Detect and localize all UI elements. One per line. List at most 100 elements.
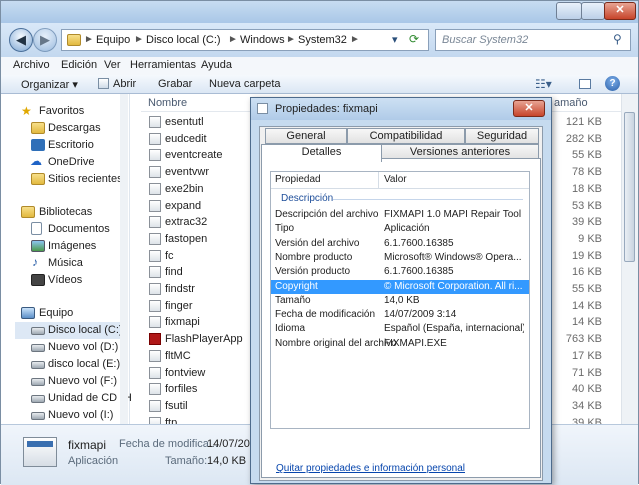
nav-item-disco-local-c[interactable]: Disco local (C:) <box>15 322 123 339</box>
nav-item-videos[interactable]: Vídeos <box>1 272 121 289</box>
file-row[interactable]: forfiles <box>149 382 249 398</box>
search-icon[interactable]: ⚲ <box>613 32 622 46</box>
close-button[interactable]: ✕ <box>604 2 636 20</box>
file-row[interactable]: findstr <box>149 282 249 298</box>
organize-button[interactable]: Organizar ▾ <box>21 78 78 91</box>
forward-button[interactable]: ▶ <box>33 28 57 52</box>
file-row[interactable]: find <box>149 265 249 281</box>
menu-edicion[interactable]: Edición <box>61 59 97 71</box>
address-bar[interactable]: ► Equipo ► Disco local (C:) ► Windows ► … <box>61 29 429 51</box>
breadcrumb-windows[interactable]: Windows <box>240 34 285 46</box>
cloud-icon: ☁ <box>30 154 42 168</box>
maximize-button[interactable] <box>581 2 605 20</box>
file-row[interactable]: esentutl <box>149 115 249 131</box>
property-name: Nombre producto <box>275 251 353 263</box>
menu-archivo[interactable]: Archivo <box>13 59 50 71</box>
file-row[interactable]: expand <box>149 199 249 215</box>
file-row[interactable]: finger <box>149 299 249 315</box>
menu-herramientas[interactable]: Herramientas <box>130 59 196 71</box>
nav-item-nuevo-vol-i[interactable]: Nuevo vol (I:) <box>1 407 121 424</box>
nav-item-onedrive[interactable]: ☁ OneDrive <box>1 154 121 171</box>
drive-icon <box>31 327 45 335</box>
nav-computer[interactable]: Equipo <box>1 305 121 322</box>
column-header-name[interactable]: Nombre <box>148 97 187 109</box>
property-row[interactable]: Nombre original del archivo FIXMAPI.EXE <box>271 337 529 351</box>
application-icon <box>149 399 161 412</box>
nav-item-documentos[interactable]: Documentos <box>1 221 121 238</box>
file-row[interactable]: extrac32 <box>149 215 249 231</box>
desktop-icon <box>31 139 45 151</box>
new-folder-button[interactable]: Nueva carpeta <box>209 78 281 90</box>
file-row[interactable]: exe2bin <box>149 182 249 198</box>
application-icon <box>149 132 161 145</box>
burn-button[interactable]: Grabar <box>158 78 192 90</box>
dialog-close-button[interactable]: ✕ <box>513 100 545 117</box>
nav-item-disco-local-e[interactable]: disco local (E:) <box>1 356 121 373</box>
nav-libraries[interactable]: Bibliotecas <box>1 204 121 221</box>
preview-pane-icon[interactable] <box>579 79 591 89</box>
breadcrumb-system32[interactable]: System32 <box>298 34 347 46</box>
view-options-icon[interactable]: ☷▾ <box>535 77 552 91</box>
property-row[interactable]: Idioma Español (España, internacional) <box>271 322 529 336</box>
file-row[interactable]: fontview <box>149 366 249 382</box>
nav-item-imagenes[interactable]: Imágenes <box>1 238 121 255</box>
tab-seguridad[interactable]: Seguridad <box>465 128 539 144</box>
open-button[interactable]: Abrir <box>113 78 136 90</box>
file-row[interactable]: eventcreate <box>149 148 249 164</box>
minimize-button[interactable] <box>556 2 582 20</box>
file-row[interactable]: fastopen <box>149 232 249 248</box>
file-row[interactable]: fixmapi <box>149 315 249 331</box>
property-list-header: Propiedad Valor <box>271 172 529 189</box>
help-icon[interactable]: ? <box>605 76 620 91</box>
nav-scrollbar[interactable] <box>120 94 128 424</box>
nav-item-unidad-cd-h[interactable]: Unidad de CD (H <box>1 390 132 407</box>
nav-item-descargas[interactable]: Descargas <box>1 120 121 137</box>
tab-general[interactable]: General <box>265 128 347 144</box>
menu-ver[interactable]: Ver <box>104 59 121 71</box>
file-row[interactable]: fltMC <box>149 349 249 365</box>
nav-item-nuevo-vol-f[interactable]: Nuevo vol (F:) <box>1 373 121 390</box>
property-row[interactable]: Descripción del archivo FIXMAPI 1.0 MAPI … <box>271 208 529 222</box>
search-box[interactable]: Buscar System32 ⚲ <box>435 29 631 51</box>
column-header-valor[interactable]: Valor <box>384 174 407 185</box>
nav-item-sitios-recientes[interactable]: Sitios recientes <box>1 171 123 188</box>
file-name: fastopen <box>165 232 208 245</box>
tab-detalles[interactable]: Detalles <box>261 144 382 162</box>
property-row[interactable]: Copyright © Microsoft Corporation. All ri… <box>271 279 529 294</box>
column-header-propiedad[interactable]: Propiedad <box>275 174 321 185</box>
property-row[interactable]: Versión del archivo 6.1.7600.16385 <box>271 237 529 251</box>
property-row[interactable]: Versión producto 6.1.7600.16385 <box>271 265 529 279</box>
column-header-size[interactable]: amaño <box>554 97 588 109</box>
file-row[interactable]: fc <box>149 249 249 265</box>
nav-item-nuevo-vol-d[interactable]: Nuevo vol (D:) <box>1 339 121 356</box>
tab-compatibilidad[interactable]: Compatibilidad <box>347 128 465 144</box>
nav-item-escritorio[interactable]: Escritorio <box>1 137 121 154</box>
list-scrollbar[interactable] <box>621 94 638 424</box>
scrollbar-thumb[interactable] <box>624 112 635 262</box>
breadcrumb-equipo[interactable]: Equipo <box>96 34 130 46</box>
property-row[interactable]: Tipo Aplicación <box>271 222 529 236</box>
pictures-icon <box>31 240 45 252</box>
nav-item-label: disco local (E:) <box>48 358 121 370</box>
menu-ayuda[interactable]: Ayuda <box>201 59 232 71</box>
property-list[interactable]: Propiedad Valor Descripción Descripción … <box>270 171 530 429</box>
dropdown-icon[interactable]: ▾ <box>392 33 398 46</box>
back-button[interactable]: ◀ <box>9 28 33 52</box>
breadcrumb-disco-local[interactable]: Disco local (C:) <box>146 34 221 46</box>
property-row[interactable]: Fecha de modificación 14/07/2009 3:14 <box>271 308 529 322</box>
remove-properties-link[interactable]: Quitar propiedades e información persona… <box>276 463 465 474</box>
file-name: eudcedit <box>165 132 207 145</box>
nav-favorites[interactable]: ★ Favoritos <box>1 103 121 120</box>
property-row[interactable]: Nombre producto Microsoft® Windows® Opera… <box>271 251 529 265</box>
property-name: Tamaño <box>275 294 311 306</box>
file-row[interactable]: fsutil <box>149 399 249 415</box>
property-name: Copyright <box>275 280 318 292</box>
application-icon <box>149 249 161 262</box>
nav-item-musica[interactable]: ♪ Música <box>1 255 121 272</box>
refresh-icon[interactable]: ⟳ <box>409 32 419 46</box>
file-row[interactable]: eudcedit <box>149 132 249 148</box>
drive-icon <box>31 361 45 369</box>
property-row[interactable]: Tamaño 14,0 KB <box>271 294 529 308</box>
file-row[interactable]: eventvwr <box>149 165 249 181</box>
file-row[interactable]: FlashPlayerApp <box>149 332 249 348</box>
